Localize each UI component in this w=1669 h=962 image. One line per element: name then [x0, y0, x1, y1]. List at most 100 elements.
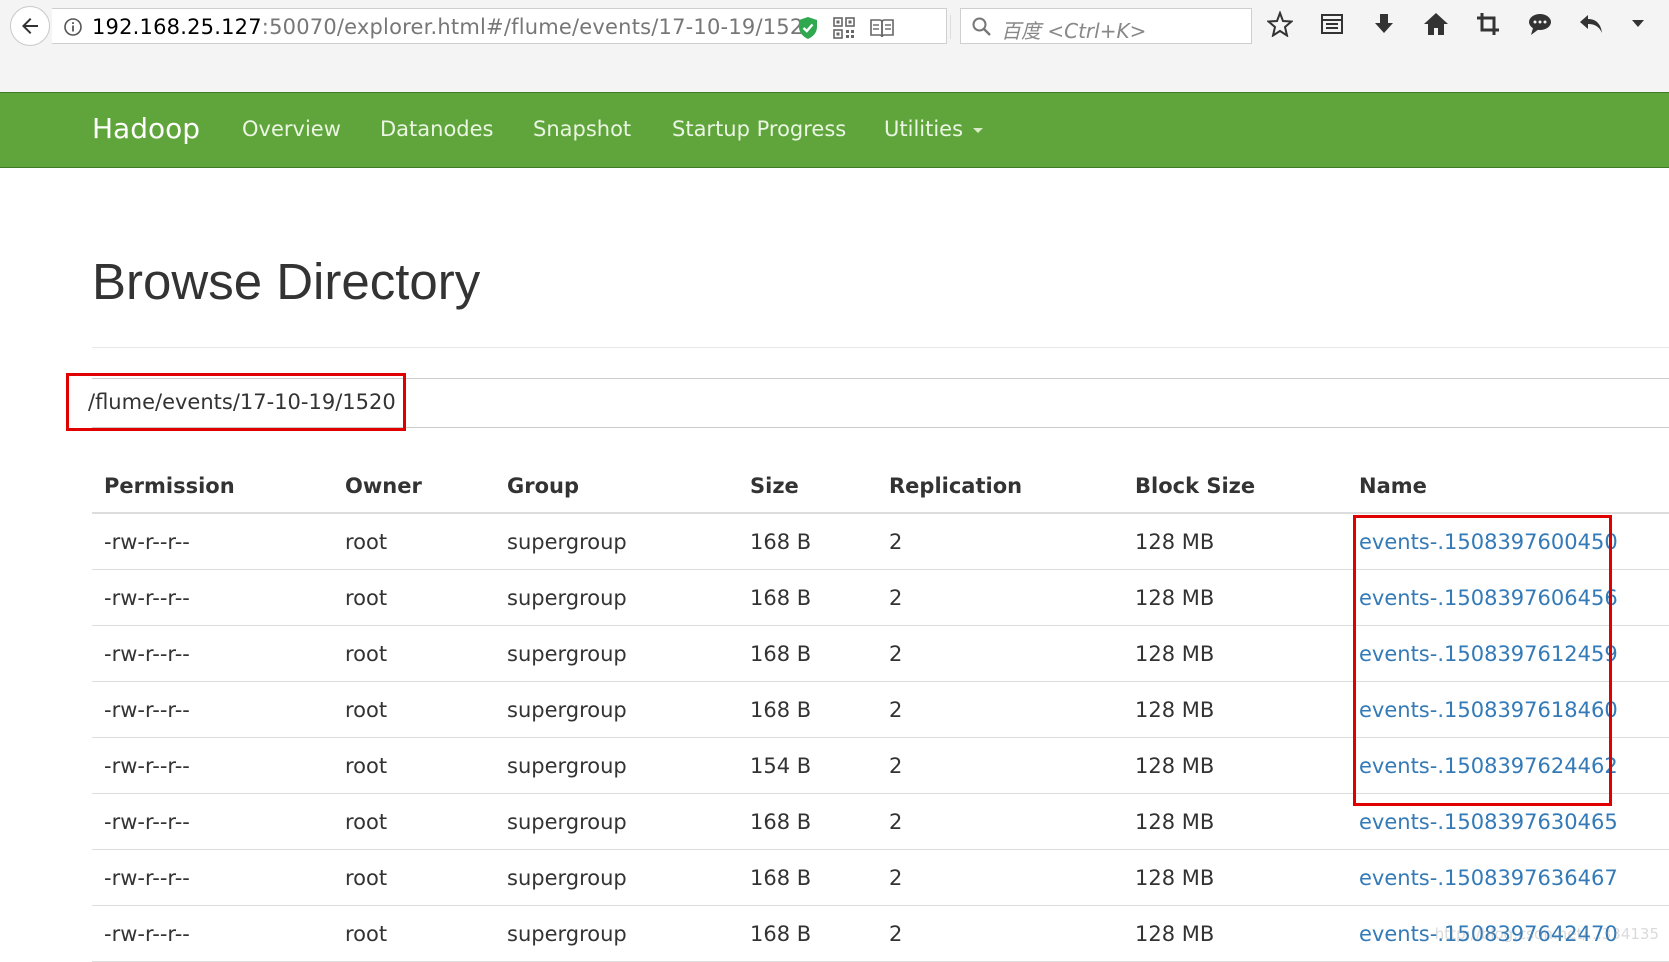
cell-owner: root	[333, 625, 495, 682]
cell-block-size: 128 MB	[1123, 681, 1347, 738]
cell-size: 168 B	[738, 793, 877, 850]
nav-snapshot[interactable]: Snapshot	[533, 117, 631, 141]
watermark: http://blog.csdn.net/...334135	[1434, 925, 1659, 943]
search-placeholder: 百度 <Ctrl+K>	[1001, 19, 1147, 43]
divider	[92, 347, 1669, 348]
back-button[interactable]	[10, 6, 50, 46]
cell-block-size: 128 MB	[1123, 569, 1347, 626]
cell-owner: root	[333, 849, 495, 906]
cell-permission: -rw-r--r--	[92, 569, 333, 626]
cell-size: 168 B	[738, 849, 877, 906]
page-title: Browse Directory	[92, 253, 481, 310]
cell-permission: -rw-r--r--	[92, 905, 333, 962]
brand-link[interactable]: Hadoop	[92, 112, 200, 145]
url-icons	[797, 16, 895, 40]
names-highlight-box	[1353, 515, 1612, 806]
file-link[interactable]: events-.1508397630465	[1359, 810, 1618, 834]
cell-owner: root	[333, 793, 495, 850]
address-bar[interactable]: 192.168.25.127:50070/explorer.html#/flum…	[52, 8, 981, 44]
download-icon[interactable]	[1370, 10, 1398, 38]
cell-size: 168 B	[738, 569, 877, 626]
cell-permission: -rw-r--r--	[92, 513, 333, 570]
cell-permission: -rw-r--r--	[92, 849, 333, 906]
url-host: 192.168.25.127	[92, 15, 262, 39]
cell-block-size: 128 MB	[1123, 905, 1347, 962]
col-header-size[interactable]: Size	[738, 460, 877, 514]
cell-replication: 2	[877, 625, 1123, 682]
col-header-owner[interactable]: Owner	[333, 460, 495, 514]
cell-group: supergroup	[495, 513, 738, 570]
url-path: :50070/explorer.html#/flume/events/17-10…	[261, 15, 817, 39]
url-text[interactable]: 192.168.25.127:50070/explorer.html#/flum…	[92, 15, 817, 39]
cell-replication: 2	[877, 569, 1123, 626]
table-row: -rw-r--r-- root supergroup 168 B 2 128 M…	[92, 849, 1669, 906]
info-icon[interactable]	[63, 17, 83, 37]
bookmarks-list-icon[interactable]	[1318, 10, 1346, 38]
cell-permission: -rw-r--r--	[92, 625, 333, 682]
cell-size: 168 B	[738, 513, 877, 570]
search-bar[interactable]: 百度 <Ctrl+K>	[960, 8, 1252, 44]
table-header-row: Permission Owner Group Size Replication …	[92, 460, 1669, 514]
cell-permission: -rw-r--r--	[92, 793, 333, 850]
cell-group: supergroup	[495, 681, 738, 738]
cell-owner: root	[333, 513, 495, 570]
cell-size: 168 B	[738, 625, 877, 682]
cell-owner: root	[333, 905, 495, 962]
col-header-block-size[interactable]: Block Size	[1123, 460, 1347, 514]
reader-view-icon[interactable]	[869, 17, 895, 39]
cell-replication: 2	[877, 737, 1123, 794]
col-header-replication[interactable]: Replication	[877, 460, 1123, 514]
cell-permission: -rw-r--r--	[92, 681, 333, 738]
col-header-permission[interactable]: Permission	[92, 460, 333, 514]
cell-owner: root	[333, 737, 495, 794]
cell-permission: -rw-r--r--	[92, 737, 333, 794]
cell-group: supergroup	[495, 737, 738, 794]
cell-block-size: 128 MB	[1123, 513, 1347, 570]
cell-owner: root	[333, 681, 495, 738]
url-divider	[950, 15, 951, 39]
hadoop-navbar: Hadoop Overview Datanodes Snapshot Start…	[0, 92, 1669, 168]
path-highlight-box	[66, 373, 406, 431]
cell-group: supergroup	[495, 569, 738, 626]
qr-code-icon[interactable]	[833, 17, 855, 39]
cell-block-size: 128 MB	[1123, 793, 1347, 850]
cell-group: supergroup	[495, 793, 738, 850]
nav-utilities-label: Utilities	[884, 117, 964, 141]
cell-replication: 2	[877, 849, 1123, 906]
browser-toolbar: 192.168.25.127:50070/explorer.html#/flum…	[0, 0, 1669, 92]
cell-name: events-.1508397636467	[1347, 849, 1669, 906]
file-link[interactable]: events-.1508397636467	[1359, 866, 1618, 890]
caret-down-icon	[973, 127, 984, 133]
cell-replication: 2	[877, 905, 1123, 962]
home-icon[interactable]	[1422, 10, 1450, 38]
cell-size: 168 B	[738, 905, 877, 962]
col-header-name[interactable]: Name	[1347, 460, 1669, 514]
undo-icon[interactable]	[1578, 10, 1606, 38]
nav-overview[interactable]: Overview	[242, 117, 341, 141]
crop-screenshot-icon[interactable]	[1474, 10, 1502, 38]
cell-group: supergroup	[495, 625, 738, 682]
cell-owner: root	[333, 569, 495, 626]
nav-startup-progress[interactable]: Startup Progress	[672, 117, 846, 141]
back-arrow-icon	[22, 18, 38, 34]
toolbar-icons	[1266, 10, 1646, 38]
cell-replication: 2	[877, 513, 1123, 570]
cell-replication: 2	[877, 793, 1123, 850]
cell-size: 154 B	[738, 737, 877, 794]
col-header-group[interactable]: Group	[495, 460, 738, 514]
chat-bubble-icon[interactable]	[1526, 10, 1554, 38]
search-icon	[972, 17, 991, 36]
cell-group: supergroup	[495, 849, 738, 906]
nav-utilities[interactable]: Utilities	[884, 117, 984, 141]
cell-group: supergroup	[495, 905, 738, 962]
bookmark-star-icon[interactable]	[1266, 10, 1294, 38]
cell-block-size: 128 MB	[1123, 849, 1347, 906]
cell-block-size: 128 MB	[1123, 737, 1347, 794]
nav-datanodes[interactable]: Datanodes	[380, 117, 494, 141]
cell-size: 168 B	[738, 681, 877, 738]
cell-block-size: 128 MB	[1123, 625, 1347, 682]
table-row: -rw-r--r-- root supergroup 168 B 2 128 M…	[92, 905, 1669, 962]
menu-dropdown-icon[interactable]	[1630, 10, 1646, 38]
shield-check-icon[interactable]	[797, 16, 819, 40]
cell-replication: 2	[877, 681, 1123, 738]
